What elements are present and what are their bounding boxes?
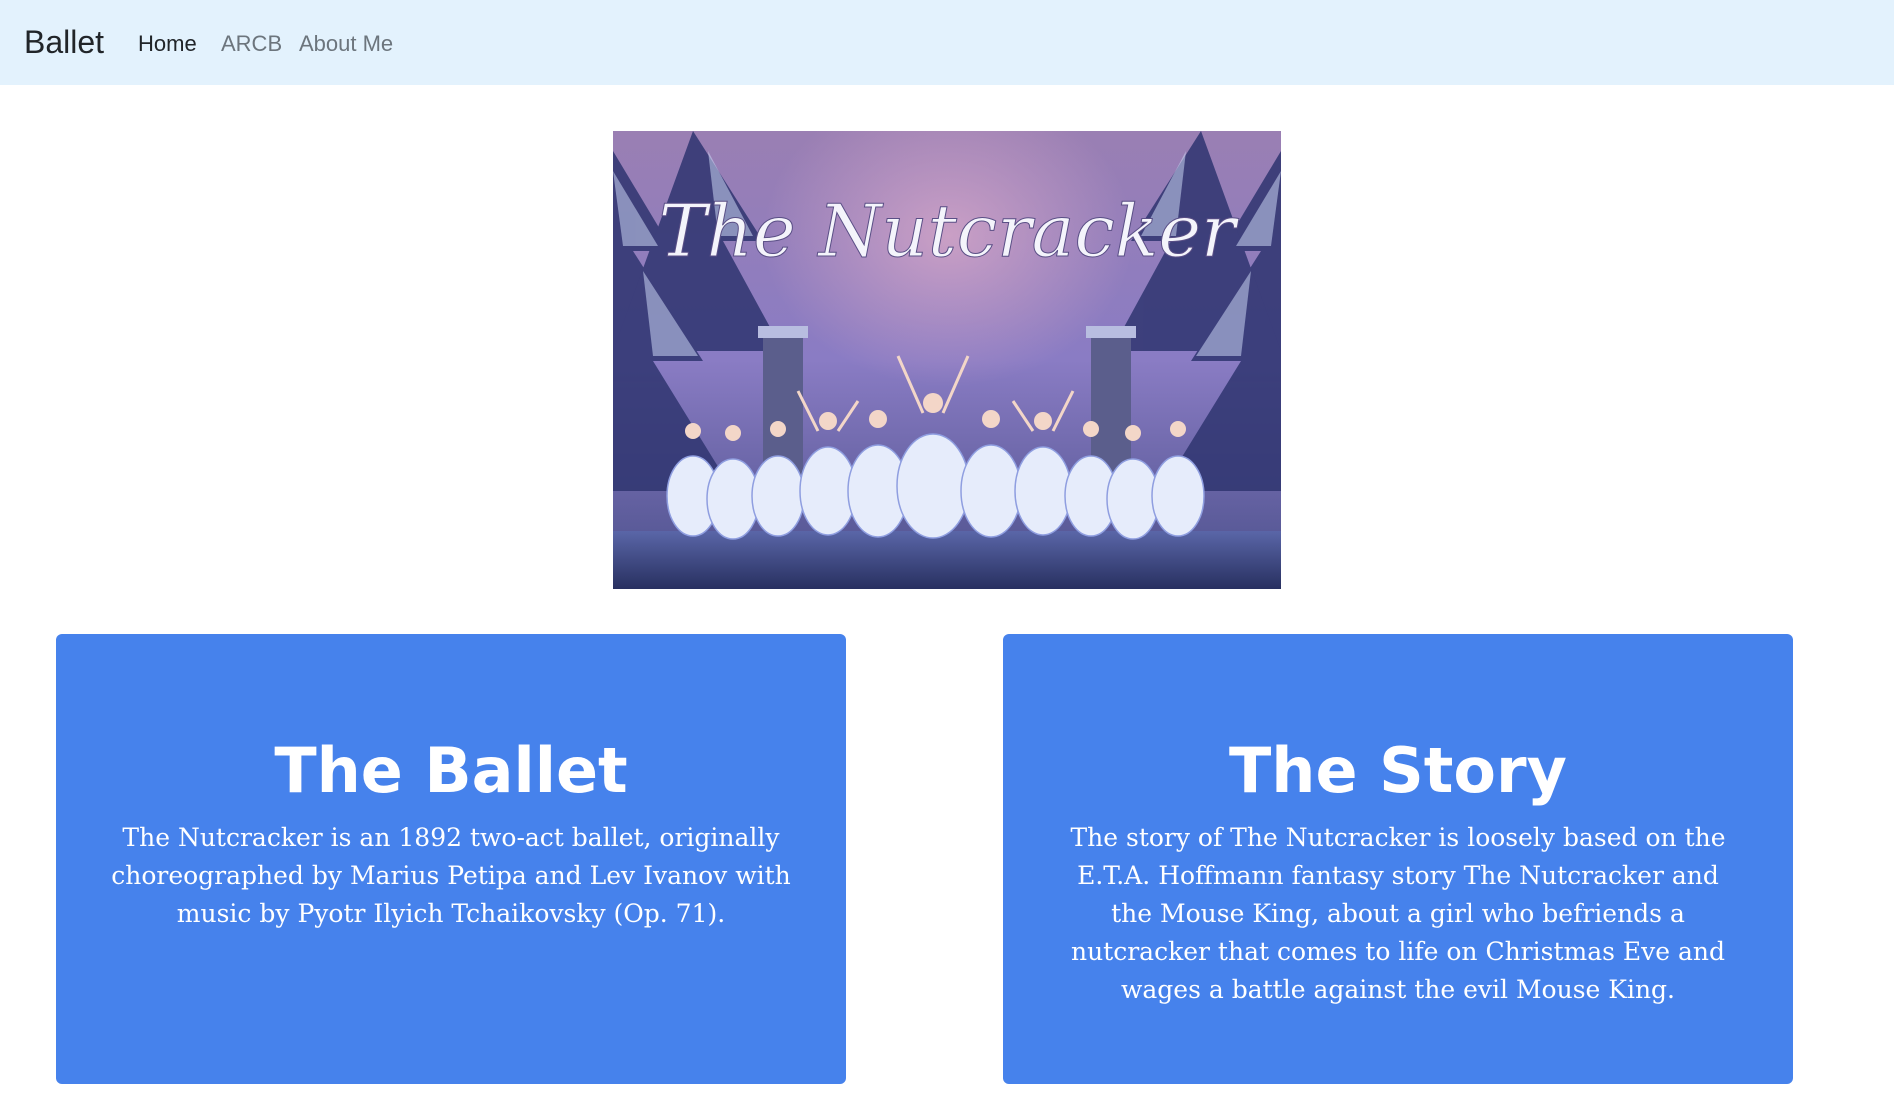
card-the-story: The Story The story of The Nutcracker is… — [1003, 634, 1793, 1084]
hero-title: The Nutcracker — [659, 189, 1239, 273]
nav-link-home[interactable]: Home — [138, 30, 197, 59]
brand-link[interactable]: Ballet — [24, 22, 104, 64]
nav-link-about-me[interactable]: About Me — [299, 30, 393, 59]
hero-illustration: The Nutcracker — [613, 131, 1281, 589]
card-title: The Ballet — [274, 734, 628, 807]
navbar: Ballet Home ARCB About Me — [0, 0, 1894, 85]
card-title: The Story — [1229, 734, 1567, 807]
card-text: The story of The Nutcracker is loosely b… — [1070, 823, 1726, 1004]
nav-link-arcb[interactable]: ARCB — [221, 30, 282, 59]
card-the-ballet: The Ballet The Nutcracker is an 1892 two… — [56, 634, 846, 1084]
hero-image: The Nutcracker — [613, 131, 1281, 589]
card-text: The Nutcracker is an 1892 two-act ballet… — [111, 823, 791, 928]
